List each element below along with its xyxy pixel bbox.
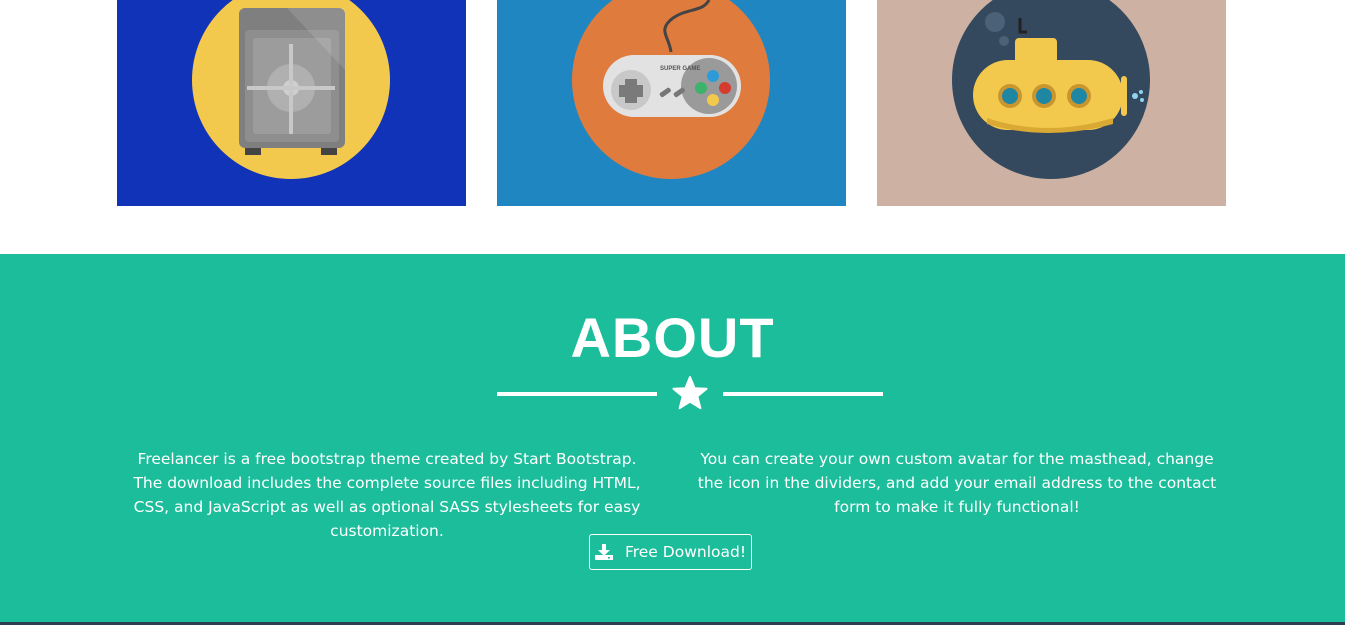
about-section: ABOUT Freelancer is a free bootstrap the… [0,254,1345,622]
divider-line-left [497,392,657,396]
safe-icon [117,0,466,206]
portfolio-item-safe[interactable] [117,0,466,206]
download-icon [594,544,613,560]
free-download-button[interactable]: Free Download! [589,534,752,570]
star-icon [672,376,708,410]
free-download-label: Free Download! [624,543,747,561]
submarine-icon [877,0,1226,206]
portfolio-item-game[interactable]: SUPER GAME [497,0,846,206]
about-title: ABOUT [570,306,775,369]
about-text-left: Freelancer is a free bootstrap theme cre… [133,450,641,540]
about-text-right: You can create your own custom avatar fo… [697,450,1217,516]
portfolio-section: SUPER GAME [0,0,1345,254]
divider-line-right [723,392,883,396]
star-divider [497,376,883,410]
game-controller-icon: SUPER GAME [497,0,846,206]
portfolio-item-submarine[interactable] [877,0,1226,206]
controller-label: SUPER GAME [660,66,700,72]
